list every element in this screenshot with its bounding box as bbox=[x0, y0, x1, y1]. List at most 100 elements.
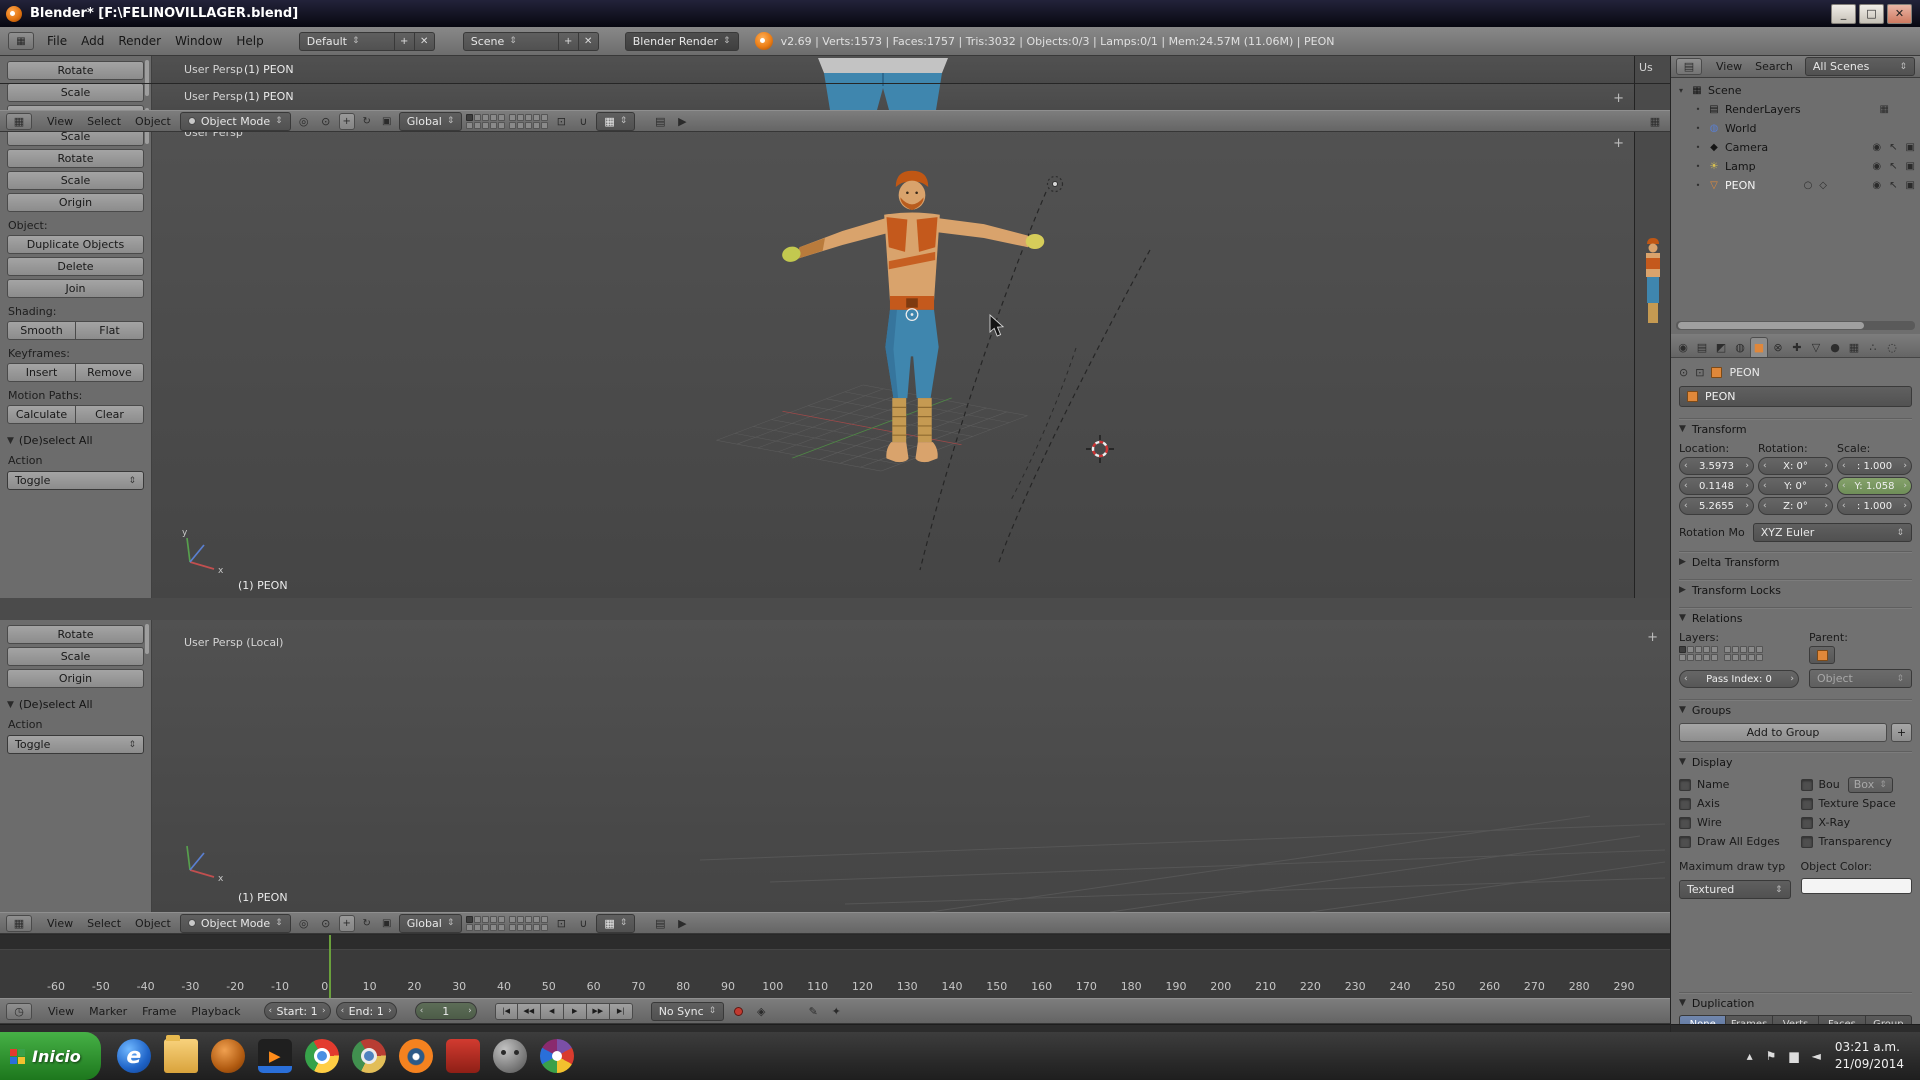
layers-grid-2[interactable] bbox=[509, 114, 548, 129]
xray-checkbox[interactable]: X-Ray bbox=[1801, 813, 1913, 832]
layers-grid-2[interactable] bbox=[509, 916, 548, 931]
orientation-dropdown[interactable]: Global⇕ bbox=[399, 112, 463, 131]
object-menu[interactable]: Object bbox=[130, 115, 176, 128]
orientation-dropdown[interactable]: Global⇕ bbox=[399, 914, 463, 933]
action-dropdown[interactable]: Toggle⇕ bbox=[7, 735, 144, 754]
layers-grid-2[interactable] bbox=[1724, 646, 1763, 661]
render-opengl-button[interactable]: ▤ bbox=[651, 915, 669, 932]
current-frame-field[interactable]: 1 bbox=[415, 1002, 477, 1020]
snap-magnet-button[interactable]: ∪ bbox=[574, 113, 592, 130]
manipulator-scale-button[interactable]: ▣ bbox=[379, 915, 395, 932]
help-menu[interactable]: Help bbox=[229, 31, 270, 51]
transparency-checkbox[interactable]: Transparency bbox=[1801, 832, 1913, 851]
current-frame-playhead[interactable] bbox=[329, 935, 331, 998]
editor-type-button[interactable]: ◷ bbox=[6, 1003, 32, 1020]
region-expand-icon[interactable]: + bbox=[1613, 136, 1624, 151]
eye-icon[interactable]: ◉ bbox=[1872, 161, 1881, 172]
particles-tab[interactable]: ∴ bbox=[1864, 337, 1882, 357]
start-frame-field[interactable]: Start: 1 bbox=[264, 1002, 331, 1020]
parent-object-icon-button[interactable] bbox=[1809, 646, 1835, 664]
delete-scene-button[interactable]: ✕ bbox=[579, 32, 599, 51]
rotate-button[interactable]: Rotate bbox=[7, 149, 144, 168]
object-name-field[interactable]: PEON bbox=[1679, 386, 1912, 407]
manipulator-scale-button[interactable]: ▣ bbox=[379, 113, 395, 130]
search-menu[interactable]: Search bbox=[1750, 60, 1798, 73]
expand-icon[interactable]: ▾ bbox=[1676, 86, 1686, 95]
close-button[interactable]: ✕ bbox=[1887, 4, 1912, 24]
modifiers-tab[interactable]: ✚ bbox=[1788, 337, 1806, 357]
playback-menu[interactable]: Playback bbox=[186, 1005, 245, 1018]
viewport-strip-2[interactable]: User Persp (1) PEON + bbox=[0, 83, 1670, 110]
pencil-icon[interactable]: ✎ bbox=[804, 1003, 822, 1020]
layers-grid[interactable] bbox=[466, 114, 505, 129]
bounds-checkbox[interactable]: BouBox⇕ bbox=[1801, 775, 1913, 794]
manipulator-rotate-button[interactable]: ↻ bbox=[359, 113, 375, 130]
red-icon[interactable] bbox=[446, 1039, 480, 1073]
scale-button[interactable]: Scale bbox=[7, 171, 144, 190]
gimp-icon[interactable] bbox=[493, 1039, 527, 1073]
mode-dropdown[interactable]: Object Mode⇕ bbox=[180, 112, 291, 131]
world-tab[interactable]: ◍ bbox=[1731, 337, 1749, 357]
calculate-paths-button[interactable]: Calculate bbox=[7, 405, 76, 424]
pivot-point-dropdown[interactable]: ⊙ bbox=[317, 113, 335, 130]
jump-to-end-button[interactable]: ▶| bbox=[610, 1003, 633, 1020]
editor-type-button[interactable]: ▤ bbox=[1676, 58, 1702, 75]
texture-space-checkbox[interactable]: Texture Space bbox=[1801, 794, 1913, 813]
select-menu[interactable]: Select bbox=[82, 115, 126, 128]
rotation-x-field[interactable]: X: 0° bbox=[1758, 457, 1833, 475]
dot-icon[interactable]: • bbox=[1693, 162, 1703, 171]
transform-panel-header[interactable]: ▼Transform bbox=[1679, 418, 1912, 437]
viewport-shading-dropdown[interactable]: ◎ bbox=[295, 915, 313, 932]
render-engine-dropdown[interactable]: Blender Render⇕ bbox=[625, 32, 739, 51]
select-menu[interactable]: Select bbox=[82, 917, 126, 930]
wire-checkbox[interactable]: Wire bbox=[1679, 813, 1791, 832]
layers-grid[interactable] bbox=[1679, 646, 1718, 661]
duplication-option-none[interactable]: None bbox=[1679, 1015, 1726, 1024]
chrome-icon[interactable] bbox=[305, 1039, 339, 1073]
toolshelf-scrollbar[interactable] bbox=[145, 624, 149, 654]
blender-icon[interactable] bbox=[399, 1039, 433, 1073]
file-menu[interactable]: File bbox=[40, 31, 74, 51]
outliner-row-scene[interactable]: ▾ ▦ Scene bbox=[1671, 81, 1920, 100]
physics-tab[interactable]: ◌ bbox=[1883, 337, 1901, 357]
view-menu[interactable]: View bbox=[1711, 60, 1747, 73]
scale-button[interactable]: Scale bbox=[7, 647, 144, 666]
eye-icon[interactable]: ◉ bbox=[1872, 142, 1881, 153]
browse-icon[interactable]: ⊡ bbox=[1695, 366, 1704, 379]
view-menu[interactable]: View bbox=[42, 917, 78, 930]
location-z-field[interactable]: 5.2655 bbox=[1679, 497, 1754, 515]
pin-icon[interactable]: ⊙ bbox=[1679, 366, 1688, 379]
constraints-tab[interactable]: ⊗ bbox=[1769, 337, 1787, 357]
duplicate-objects-button[interactable]: Duplicate Objects bbox=[7, 235, 144, 254]
sync-dropdown[interactable]: No Sync⇕ bbox=[651, 1002, 725, 1021]
delta-transform-panel-header[interactable]: ▶Delta Transform bbox=[1679, 551, 1912, 570]
rotation-y-field[interactable]: Y: 0° bbox=[1758, 477, 1833, 495]
new-group-button[interactable]: + bbox=[1891, 723, 1912, 742]
layers-grid[interactable] bbox=[466, 916, 505, 931]
remove-keyframe-button[interactable]: Remove bbox=[76, 363, 144, 382]
display-mode-dropdown[interactable]: All Scenes⇕ bbox=[1805, 57, 1915, 76]
viewport-3d-main[interactable]: User Persp (1) PEON User Persp (1) PEON … bbox=[0, 56, 1670, 620]
viewport-shading-dropdown[interactable]: ◎ bbox=[295, 113, 313, 130]
scale-button[interactable]: Scale bbox=[7, 83, 144, 102]
record-button[interactable] bbox=[729, 1003, 747, 1020]
render-toggle-icon[interactable]: ▣ bbox=[1906, 142, 1915, 153]
timeline-ruler[interactable]: -60-50-40-30-20-100102030405060708090100… bbox=[0, 934, 1670, 998]
delete-layout-button[interactable]: ✕ bbox=[415, 32, 435, 51]
data-tab[interactable]: ▽ bbox=[1807, 337, 1825, 357]
editor-type-button[interactable]: ▦ bbox=[1646, 113, 1664, 130]
snap-element-dropdown[interactable]: ▦⇕ bbox=[596, 112, 635, 131]
relations-panel-header[interactable]: ▼Relations bbox=[1679, 607, 1912, 626]
editor-type-button[interactable]: ▦ bbox=[6, 113, 32, 130]
snap-element-dropdown[interactable]: ▦⇕ bbox=[596, 914, 635, 933]
region-expand-icon[interactable]: + bbox=[1613, 91, 1624, 106]
region-expand-icon[interactable]: + bbox=[1647, 630, 1658, 645]
render-toggle-icon[interactable]: ▣ bbox=[1906, 161, 1915, 172]
end-frame-field[interactable]: End: 1 bbox=[336, 1002, 397, 1020]
screen-layout-dropdown[interactable]: Default⇕ bbox=[299, 32, 395, 51]
outliner-row-peon[interactable]: • ▽ PEON ○ ◇ ◉ ↖ ▣ bbox=[1671, 176, 1920, 195]
dot-icon[interactable]: • bbox=[1693, 143, 1703, 152]
manipulator-rotate-button[interactable]: ↻ bbox=[359, 915, 375, 932]
render-opengl-button[interactable]: ▤ bbox=[651, 113, 669, 130]
parent-type-dropdown[interactable]: Object⇕ bbox=[1809, 669, 1912, 688]
